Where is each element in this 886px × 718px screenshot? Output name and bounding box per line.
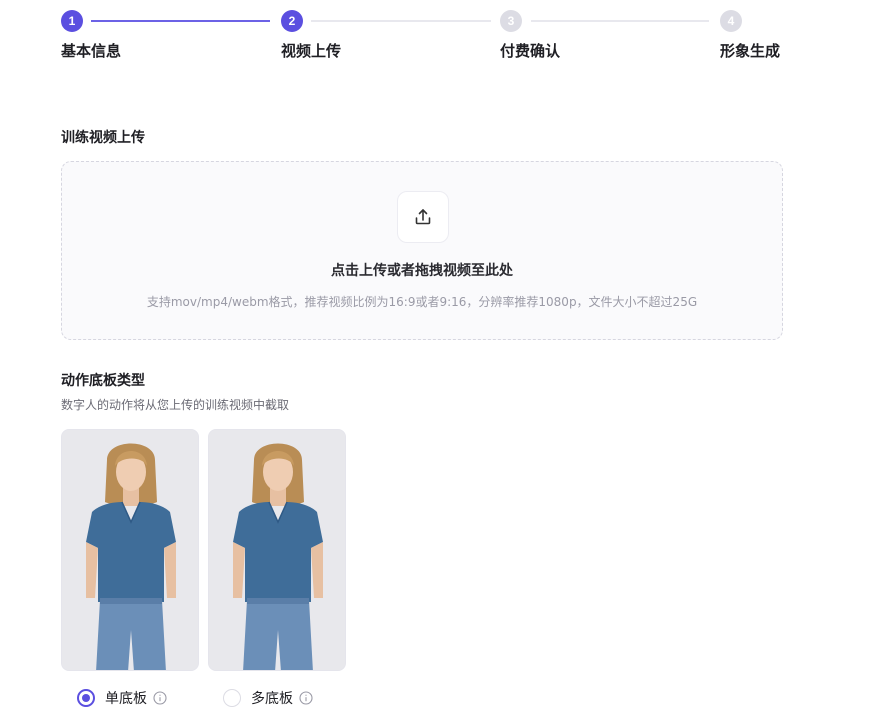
step-connector-2 xyxy=(311,20,491,22)
step-label: 基本信息 xyxy=(61,42,122,60)
step-label: 形象生成 xyxy=(720,42,781,60)
info-icon[interactable] xyxy=(299,691,313,705)
template-section-subtitle: 数字人的动作将从您上传的训练视频中截取 xyxy=(61,398,290,412)
video-upload-dropzone[interactable]: 点击上传或者拖拽视频至此处 支持mov/mp4/webm格式，推荐视频比例为16… xyxy=(61,161,783,340)
upload-icon xyxy=(415,209,431,225)
step-number: 1 xyxy=(61,10,83,32)
person-preview-image xyxy=(209,430,345,670)
step-connector-1 xyxy=(91,20,270,22)
step-connector-3 xyxy=(531,20,709,22)
upload-button[interactable] xyxy=(397,191,449,243)
radio-label-single: 单底板 xyxy=(105,691,147,707)
radio-label-multi: 多底板 xyxy=(251,691,293,707)
template-section-title: 动作底板类型 xyxy=(61,373,145,389)
info-icon[interactable] xyxy=(153,691,167,705)
upload-section-title: 训练视频上传 xyxy=(61,130,145,146)
radio-button-single[interactable] xyxy=(77,689,95,707)
template-card-single[interactable] xyxy=(61,429,199,671)
template-card-multi[interactable] xyxy=(208,429,346,671)
step-number: 2 xyxy=(281,10,303,32)
step-avatar-generate[interactable]: 4 形象生成 xyxy=(720,10,780,60)
step-label: 视频上传 xyxy=(281,42,342,60)
person-preview-image xyxy=(62,430,198,670)
step-number: 3 xyxy=(500,10,522,32)
radio-option-multi[interactable]: 多底板 xyxy=(223,688,313,708)
step-basic-info[interactable]: 1 基本信息 xyxy=(61,10,121,60)
radio-button-multi[interactable] xyxy=(223,689,241,707)
radio-option-single[interactable]: 单底板 xyxy=(77,688,167,708)
step-payment-confirm[interactable]: 3 付费确认 xyxy=(500,10,560,60)
upload-format-hint: 支持mov/mp4/webm格式，推荐视频比例为16:9或者9:16，分辨率推荐… xyxy=(146,295,698,309)
progress-stepper: 1 基本信息 2 视频上传 3 付费确认 4 形象生成 xyxy=(61,10,783,60)
step-video-upload[interactable]: 2 视频上传 xyxy=(281,10,341,60)
step-number: 4 xyxy=(720,10,742,32)
step-label: 付费确认 xyxy=(500,42,561,60)
upload-drop-title: 点击上传或者拖拽视频至此处 xyxy=(331,263,513,279)
